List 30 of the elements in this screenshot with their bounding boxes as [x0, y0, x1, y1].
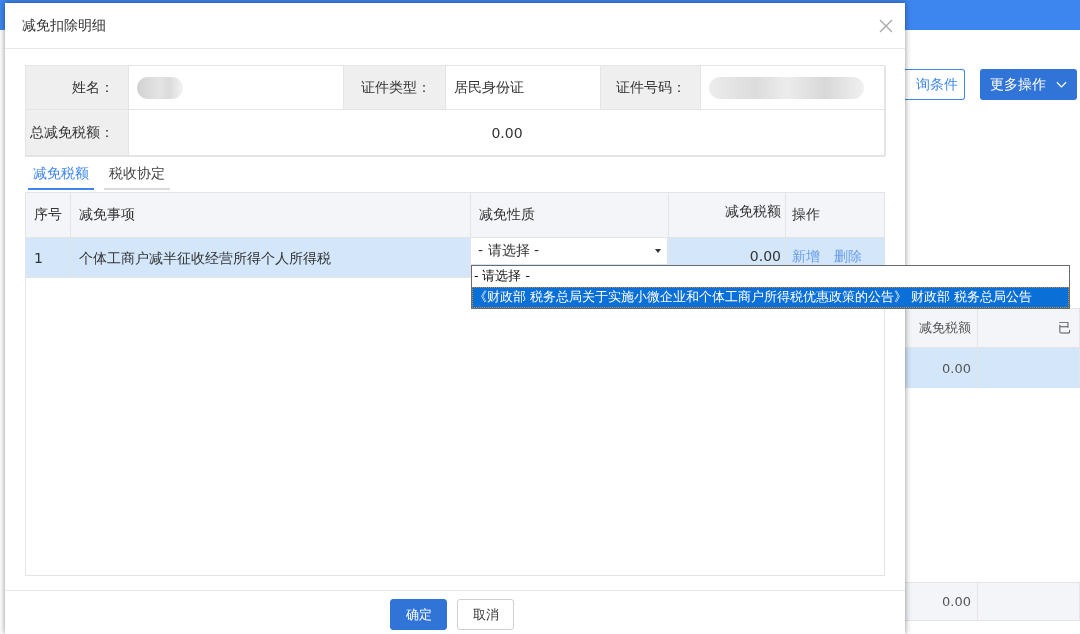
table-cell: 个体工商户减半征收经营所得个人所得税: [79, 250, 331, 268]
dialog-title: 减免扣除明细: [22, 16, 106, 35]
column-header: 减免事项: [79, 206, 135, 224]
table-row[interactable]: 0.00: [905, 348, 1080, 388]
more-actions-button[interactable]: 更多操作: [980, 69, 1077, 100]
field-label: 证件号码：: [616, 78, 686, 97]
column-header: 序号: [34, 206, 62, 224]
column-header: 减免税额: [725, 203, 781, 221]
confirm-button[interactable]: 确定: [390, 599, 447, 630]
caret-down-icon: [655, 249, 661, 253]
total-value: 0.00: [491, 124, 523, 141]
cancel-button[interactable]: 取消: [457, 599, 514, 630]
tab[interactable]: 税收协定: [104, 159, 170, 190]
query-button[interactable]: 询条件: [905, 69, 965, 100]
total-cell: 0.00: [942, 594, 971, 609]
column-header: 减免性质: [479, 206, 535, 224]
blurred-value: [137, 76, 183, 99]
close-icon[interactable]: [879, 18, 893, 33]
table-cell: 1: [34, 249, 43, 266]
field-value: 居民身份证: [454, 78, 524, 97]
select-field[interactable]: - 请选择 -: [471, 238, 667, 264]
field-label: 证件类型：: [361, 78, 431, 97]
column-header: 操作: [792, 206, 820, 224]
field-label: 总减免税额：: [30, 123, 114, 142]
tab[interactable]: 减免税额: [28, 159, 94, 190]
dropdown-option[interactable]: 《财政部 税务总局关于实施小微企业和个体工商户所得税优惠政策的公告》 财政部 税务总局公告: [472, 287, 1069, 308]
field-label: 姓名：: [72, 78, 114, 97]
table-cell: 0.00: [942, 360, 971, 376]
table-cell: 0.00: [749, 248, 781, 264]
chevron-down-icon: [1056, 80, 1067, 89]
